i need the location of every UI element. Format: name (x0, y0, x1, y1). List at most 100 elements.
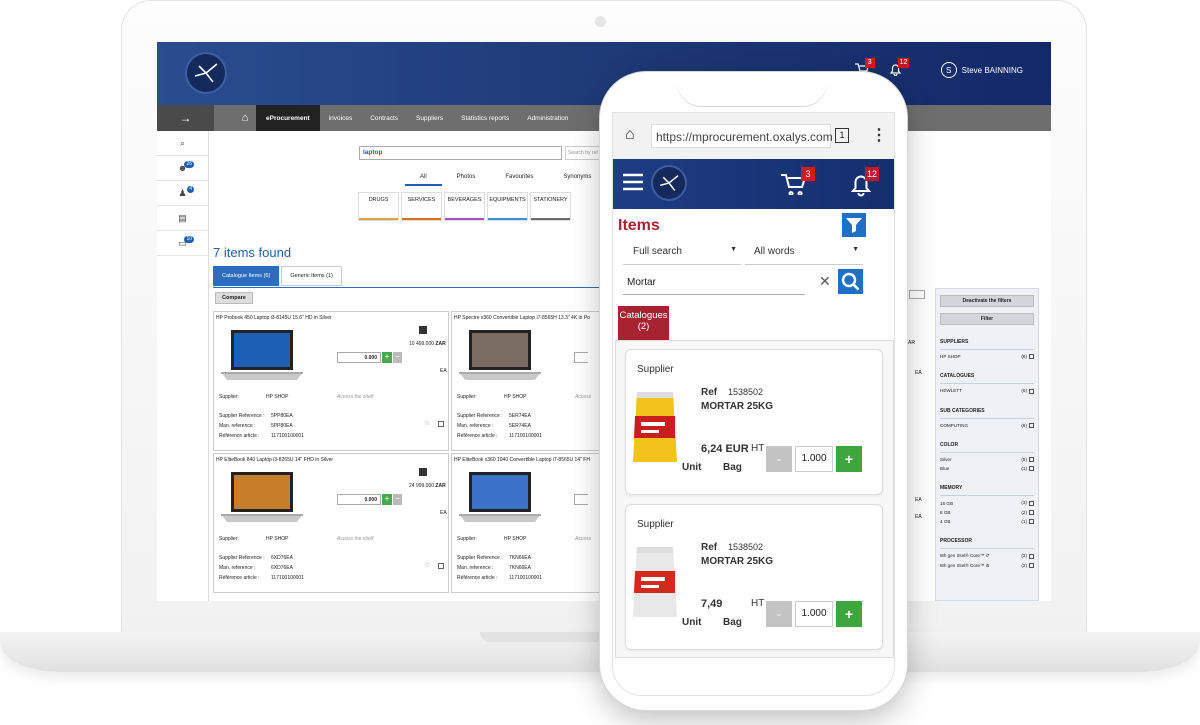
filter-checkbox[interactable] (1029, 422, 1034, 428)
category-tile[interactable]: BEVERAGES (444, 192, 485, 221)
bell-icon[interactable]: 12 (889, 58, 910, 77)
decrease-button[interactable]: - (766, 601, 792, 627)
mobile-item-card[interactable]: Supplier Ref 1538502 MORTAR 25KG 7,49 HT Unit B… (625, 504, 883, 650)
compare-button[interactable]: Compare (215, 292, 253, 304)
quantity-input[interactable]: 1.000 (795, 446, 833, 472)
access-shelf-link[interactable]: Access (575, 536, 591, 542)
nav-contracts[interactable]: Contracts (361, 105, 407, 131)
users-icon[interactable]: ☻ 26 (157, 156, 208, 181)
filter-checkbox[interactable] (1029, 466, 1034, 472)
nav-administration[interactable]: Administration (518, 105, 577, 131)
quantity-input[interactable]: 0.000 (337, 494, 381, 505)
filter-option[interactable]: HP SHOP (6) (940, 354, 1034, 360)
filter-checkbox[interactable] (1029, 457, 1034, 463)
document-icon[interactable]: ▤ (157, 206, 208, 231)
product-image[interactable] (455, 326, 545, 388)
sort-select[interactable] (909, 290, 925, 299)
home-icon[interactable]: ⌂ (625, 126, 635, 144)
filter-checkbox[interactable] (1029, 388, 1034, 394)
search-button[interactable] (838, 269, 863, 294)
category-tile[interactable]: EQUIPMENTS (487, 192, 528, 221)
filter-checkbox[interactable] (1029, 553, 1034, 559)
mobile-item-card[interactable]: Supplier Ref 1538502 MORTAR 25KG 6,24 EUR HT U… (625, 349, 883, 495)
edit-icon[interactable] (419, 326, 427, 334)
product-title[interactable]: HP EliteBook x360 1040 Convertible Lapto… (454, 457, 590, 463)
filter-option[interactable]: Blue (1) (940, 466, 1034, 472)
filter-checkbox[interactable] (1029, 519, 1034, 525)
product-image[interactable] (217, 326, 307, 388)
tab-generic-items[interactable]: Generic Items (1) (281, 266, 342, 286)
ref-search-input[interactable]: Search by ref (565, 146, 601, 160)
tab-photos[interactable]: Photos (442, 170, 491, 186)
tab-catalogue-items[interactable]: Catalogue Items (6) (213, 266, 280, 286)
kebab-menu-icon[interactable]: ⋮ (871, 125, 887, 145)
star-icon[interactable]: ☆ (424, 419, 430, 427)
quantity-input[interactable] (574, 352, 588, 363)
product-card[interactable]: HP EliteBook 840 Laptop i3-8265U 14" FHD… (213, 453, 449, 593)
product-title[interactable]: HP Probook 450 Laptop i3-8145U 15.6" HD … (216, 315, 332, 321)
filter-checkbox[interactable] (1029, 509, 1034, 515)
url-field[interactable]: https://mprocurement.oxalys.com (651, 124, 833, 148)
product-image[interactable] (631, 386, 679, 466)
filter-option[interactable]: 8th gen Intel® Core™ i7 (3) (940, 553, 1034, 559)
filter-option[interactable]: 16 GB (3) (940, 500, 1034, 506)
decrease-button[interactable]: − (393, 494, 402, 505)
filter-option[interactable]: 8 GB (2) (940, 510, 1034, 515)
person-icon[interactable]: ♟ 4 (157, 181, 208, 206)
decrease-button[interactable]: − (393, 352, 402, 363)
nav-invoices[interactable]: invoices (320, 105, 361, 131)
search-mode-select[interactable]: Full search ▼ (623, 243, 741, 265)
mobile-search-input[interactable]: Mortar (623, 271, 805, 295)
decrease-button[interactable]: - (766, 446, 792, 472)
filter-checkbox[interactable] (1029, 562, 1034, 568)
increase-button[interactable]: + (382, 352, 392, 363)
filter-option[interactable]: COMPUTING (6) (940, 423, 1034, 428)
quantity-input[interactable]: 0.000 (337, 352, 381, 363)
filter-option[interactable]: 4 GB (1) (940, 519, 1034, 525)
product-title[interactable]: HP EliteBook 840 Laptop i3-8265U 14" FHD… (216, 457, 333, 463)
nav-statistics[interactable]: Statistics reports (452, 105, 518, 131)
nav-suppliers[interactable]: Suppliers (407, 105, 452, 131)
access-shelf-link[interactable]: Access the shelf (337, 394, 373, 400)
arrow-right-icon[interactable]: → (157, 105, 214, 131)
filter-icon[interactable] (842, 213, 866, 237)
nav-eprocurement[interactable]: eProcurement (256, 105, 320, 131)
deactivate-filters-button[interactable]: Deactivate the filters (940, 295, 1034, 307)
access-shelf-link[interactable]: Access the shelf (337, 536, 373, 542)
filter-checkbox[interactable] (1029, 354, 1034, 360)
star-icon[interactable]: ☆ (424, 561, 430, 569)
increase-button[interactable]: + (836, 601, 862, 627)
tab-favourites[interactable]: Favourites (490, 170, 548, 186)
tabs-count[interactable]: 1 (835, 128, 849, 143)
filter-checkbox[interactable] (1029, 500, 1034, 506)
filter-option[interactable]: Silver (5) (940, 457, 1034, 463)
category-tile[interactable]: STATIONERY (530, 192, 571, 221)
search-input[interactable]: laptop (359, 146, 562, 160)
filter-option[interactable]: 8th gen Intel® Core™ i5 (2) (940, 563, 1034, 568)
close-icon[interactable]: ✕ (819, 273, 831, 290)
increase-button[interactable]: + (836, 446, 862, 472)
quantity-input[interactable]: 1.000 (795, 601, 833, 627)
access-shelf-link[interactable]: Access (575, 394, 591, 400)
product-card[interactable]: HP Probook 450 Laptop i3-8145U 15.6" HD … (213, 311, 449, 451)
user-menu[interactable]: S Steve BAINNING (940, 62, 1023, 78)
filter-option[interactable]: HEWLETT (6) (940, 388, 1034, 394)
category-tile[interactable]: DRUGS (358, 192, 399, 221)
catalogues-tab[interactable]: Catalogues (2) (618, 306, 669, 340)
home-icon[interactable]: ⌂ (234, 105, 256, 131)
category-tile[interactable]: SERVICES (401, 192, 442, 221)
tab-all[interactable]: All (405, 170, 442, 186)
tab-synonyms[interactable]: Synonyms (548, 170, 606, 186)
compare-checkbox[interactable] (438, 563, 444, 569)
filter-button[interactable]: Filter (940, 313, 1034, 325)
app-logo[interactable] (187, 54, 225, 92)
product-image[interactable] (631, 541, 679, 621)
product-image[interactable] (455, 468, 545, 530)
app-logo[interactable] (653, 167, 685, 199)
increase-button[interactable]: + (382, 494, 392, 505)
quantity-input[interactable] (574, 494, 588, 505)
product-image[interactable] (217, 468, 307, 530)
search-icon[interactable]: ⌕ (157, 131, 208, 156)
product-title[interactable]: HP Spectre x360 Convertible Laptop i7-85… (454, 315, 590, 321)
inbox-icon[interactable]: ▭ 10 (157, 231, 208, 256)
